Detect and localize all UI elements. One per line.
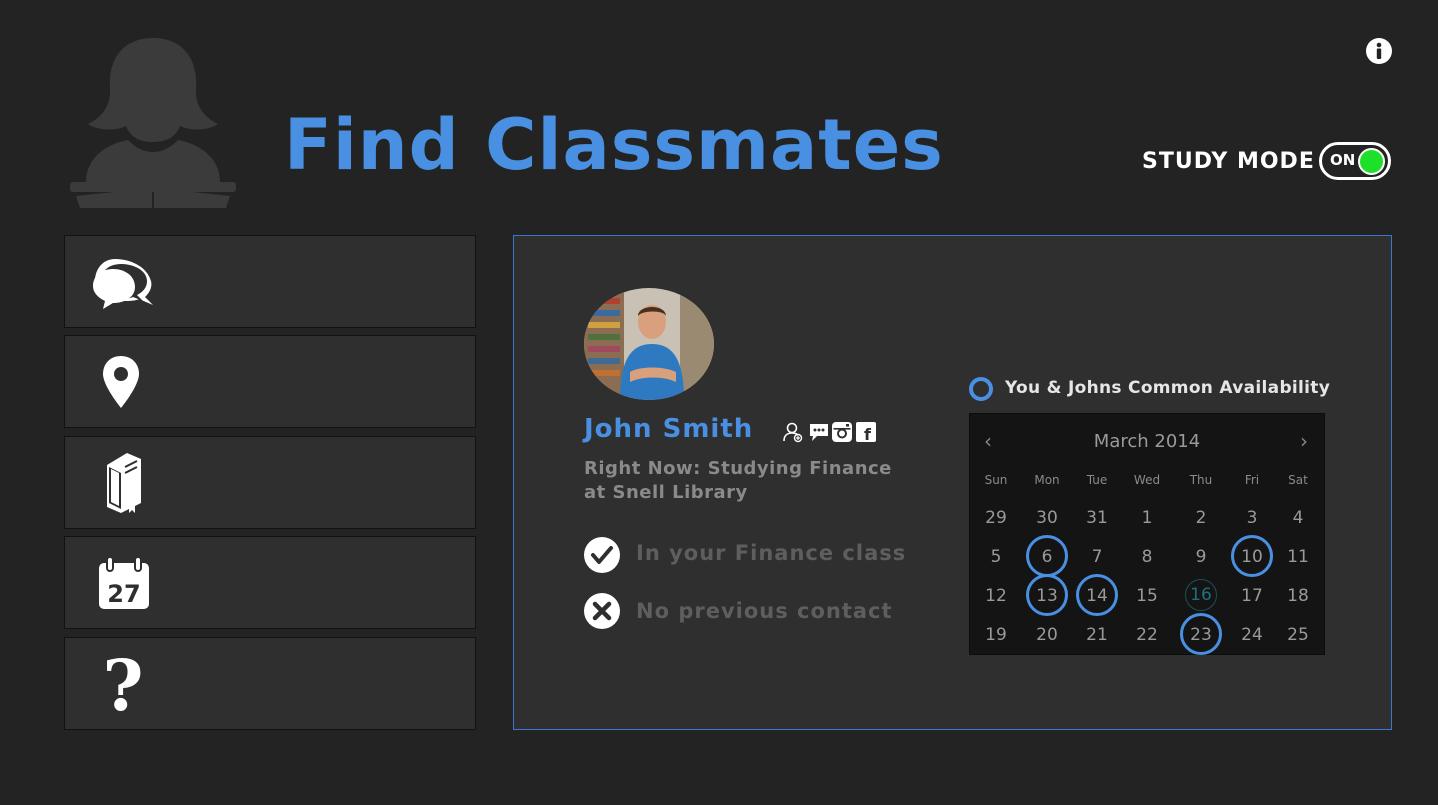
map-pin-icon	[103, 356, 139, 408]
sidebar-item-chat[interactable]	[64, 235, 476, 328]
facebook-glyph: f	[864, 425, 872, 443]
calendar-day[interactable]: 16	[1185, 579, 1217, 611]
x-icon	[584, 593, 620, 629]
calendar-day[interactable]: 30	[1026, 496, 1068, 538]
calendar-day[interactable]: 8	[1126, 535, 1168, 577]
status-line-activity: Right Now: Studying Finance	[584, 458, 892, 479]
calendar-next-month[interactable]: ›	[1300, 426, 1308, 456]
toggle-state-label: ON	[1330, 151, 1356, 169]
previous-contact-text: No previous contact	[636, 599, 893, 623]
sidebar-item-calendar[interactable]: 27	[64, 536, 476, 629]
info-icon[interactable]	[1365, 37, 1393, 65]
calendar-icon-number: 27	[107, 580, 140, 608]
calendar-day[interactable]: 14	[1076, 574, 1118, 616]
calendar-day[interactable]: 12	[975, 574, 1017, 616]
checkmark-icon	[584, 537, 620, 573]
calendar-day[interactable]: 25	[1277, 613, 1319, 655]
calendar-month-label: March 2014	[1093, 431, 1201, 452]
profile-photo	[584, 288, 714, 400]
question-mark-glyph: ?	[102, 650, 143, 718]
status-line-location: at Snell Library	[584, 482, 748, 503]
calendar-day[interactable]: 2	[1180, 496, 1222, 538]
calendar-day[interactable]: 4	[1277, 496, 1319, 538]
calendar-icon: 27	[99, 556, 149, 609]
calendar-day[interactable]: 7	[1076, 535, 1118, 577]
calendar-day[interactable]: 9	[1180, 535, 1222, 577]
calendar-day[interactable]: 5	[975, 535, 1017, 577]
calendar-day[interactable]: 20	[1026, 613, 1068, 655]
toggle-knob	[1358, 148, 1385, 175]
calendar-weekday: Sun	[984, 473, 1008, 487]
study-mode-toggle[interactable]: ON	[1319, 142, 1391, 180]
calendar-day[interactable]: 10	[1231, 535, 1273, 577]
student-reading-icon	[70, 38, 236, 208]
availability-legend-marker	[969, 377, 993, 401]
calendar-day[interactable]: 11	[1277, 535, 1319, 577]
calendar-day[interactable]: 13	[1026, 574, 1068, 616]
chat-bubbles-icon	[93, 259, 153, 309]
calendar-weekday: Fri	[1244, 473, 1260, 487]
profile-name: John Smith	[584, 414, 754, 444]
calendar-day[interactable]: 18	[1277, 574, 1319, 616]
calendar-weekday: Thu	[1189, 473, 1213, 487]
calendar-day[interactable]: 19	[975, 613, 1017, 655]
shared-class-text: In your Finance class	[636, 541, 907, 565]
calendar-weekday: Tue	[1086, 473, 1108, 487]
sidebar-item-help[interactable]: ?	[64, 637, 476, 730]
calendar-day[interactable]: 1	[1126, 496, 1168, 538]
calendar-day[interactable]: 22	[1126, 613, 1168, 655]
message-icon[interactable]	[808, 421, 830, 443]
calendar-weekday: Mon	[1034, 473, 1060, 487]
avatar[interactable]	[584, 288, 714, 400]
book-icon	[107, 453, 141, 513]
page-title: Find Classmates	[284, 104, 944, 186]
calendar-day[interactable]: 3	[1231, 496, 1273, 538]
add-contact-icon[interactable]	[782, 421, 804, 443]
question-mark-icon: ?	[102, 650, 143, 718]
availability-calendar: ‹ March 2014 › Sun Mon Tue Wed Thu Fri Sat 29 30…	[969, 413, 1325, 655]
calendar-day[interactable]: 17	[1231, 574, 1273, 616]
calendar-day[interactable]: 21	[1076, 613, 1118, 655]
profile-panel: John Smith f Right Now: Studying Finance…	[513, 235, 1392, 730]
calendar-day[interactable]: 24	[1231, 613, 1273, 655]
sidebar-item-courses[interactable]	[64, 436, 476, 529]
instagram-icon[interactable]	[831, 421, 853, 443]
facebook-icon[interactable]: f	[855, 421, 877, 443]
calendar-day[interactable]: 6	[1026, 535, 1068, 577]
calendar-day[interactable]: 23	[1180, 613, 1222, 655]
calendar-weekday: Sat	[1288, 473, 1308, 487]
calendar-weekday: Wed	[1133, 473, 1161, 487]
sidebar-item-location[interactable]	[64, 335, 476, 428]
availability-legend-label: You & Johns Common Availability	[1005, 378, 1331, 398]
study-mode-label: STUDY MODE	[1142, 149, 1315, 174]
calendar-day[interactable]: 15	[1126, 574, 1168, 616]
calendar-day[interactable]: 29	[975, 496, 1017, 538]
calendar-day[interactable]: 31	[1076, 496, 1118, 538]
